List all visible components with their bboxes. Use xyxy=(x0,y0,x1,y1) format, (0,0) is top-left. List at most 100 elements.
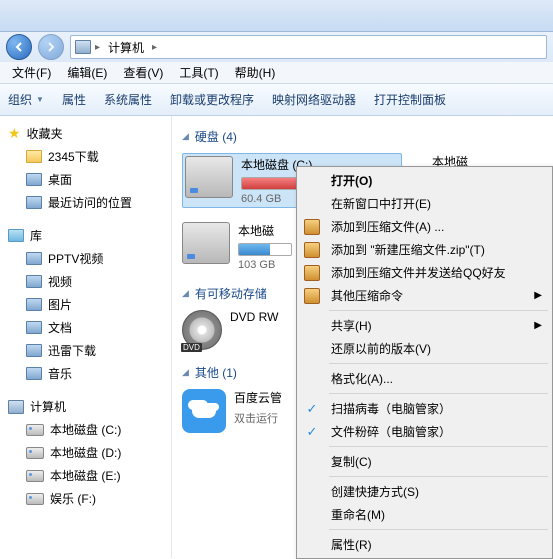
tree-libraries[interactable]: 库 xyxy=(0,224,171,247)
shield-icon: ✓ xyxy=(304,424,320,440)
menu-tools[interactable]: 工具(T) xyxy=(171,62,226,83)
computer-icon xyxy=(8,400,24,414)
video-icon xyxy=(26,275,42,288)
tree-item[interactable]: 视频 xyxy=(0,270,171,293)
triangle-down-icon: ◢ xyxy=(182,288,189,299)
context-menu: 打开(O) 在新窗口中打开(E) 添加到压缩文件(A) ... 添加到 "新建压… xyxy=(296,166,553,559)
drive-label: DVD RW xyxy=(230,310,302,324)
window-titlebar xyxy=(0,0,553,32)
tree-item[interactable]: PPTV视频 xyxy=(0,247,171,270)
ctx-properties[interactable]: 属性(R) xyxy=(299,533,550,556)
tree-item[interactable]: 音乐 xyxy=(0,362,171,385)
arrow-right-icon: ▶ xyxy=(534,320,542,331)
menu-view[interactable]: 查看(V) xyxy=(115,62,171,83)
tree-item[interactable]: 本地磁盘 (E:) xyxy=(0,464,171,487)
arrow-right-icon: ▶ xyxy=(534,290,542,301)
video-icon xyxy=(26,252,42,265)
tree-item[interactable]: 文档 xyxy=(0,316,171,339)
disk-icon xyxy=(26,424,44,436)
drive-dvd[interactable]: DVD RW xyxy=(182,310,302,350)
tree-item[interactable]: 娱乐 (F:) xyxy=(0,487,171,510)
separator xyxy=(329,446,548,447)
drive-d[interactable]: 本地磁 103 GB xyxy=(182,222,292,271)
ctx-add-zip[interactable]: 添加到 "新建压缩文件.zip"(T) xyxy=(299,238,550,261)
tool-controlpanel[interactable]: 打开控制面板 xyxy=(374,91,446,108)
ctx-other-zip[interactable]: 其他压缩命令▶ xyxy=(299,284,550,307)
computer-icon xyxy=(75,40,91,54)
tree-favorites[interactable]: ★收藏夹 xyxy=(0,122,171,145)
dvd-icon xyxy=(182,310,222,350)
library-icon xyxy=(8,229,24,242)
recent-icon xyxy=(26,196,42,209)
address-bar: ▸ 计算机 ▸ xyxy=(0,32,553,62)
separator xyxy=(329,363,548,364)
tool-sysprops[interactable]: 系统属性 xyxy=(104,91,152,108)
tree-item[interactable]: 本地磁盘 (C:) xyxy=(0,418,171,441)
usage-gauge xyxy=(238,243,292,256)
ctx-scan[interactable]: ✓扫描病毒（电脑管家） xyxy=(299,397,550,420)
drive-cloud[interactable]: 百度云管 双击运行 xyxy=(182,389,302,433)
shield-icon: ✓ xyxy=(304,401,320,417)
desktop-icon xyxy=(26,173,42,186)
chevron-down-icon: ▼ xyxy=(36,95,44,104)
menu-file[interactable]: 文件(F) xyxy=(4,62,59,83)
ctx-shortcut[interactable]: 创建快捷方式(S) xyxy=(299,480,550,503)
drive-label: 本地磁 xyxy=(238,222,292,239)
menu-bar: 文件(F) 编辑(E) 查看(V) 工具(T) 帮助(H) xyxy=(0,62,553,84)
triangle-down-icon: ◢ xyxy=(182,367,189,378)
nav-forward-button[interactable] xyxy=(38,34,64,60)
ctx-share[interactable]: 共享(H)▶ xyxy=(299,314,550,337)
document-icon xyxy=(26,321,42,334)
toolbar: 组织 ▼ 属性 系统属性 卸载或更改程序 映射网络驱动器 打开控制面板 xyxy=(0,84,553,116)
ctx-open[interactable]: 打开(O) xyxy=(299,169,550,192)
ctx-rename[interactable]: 重命名(M) xyxy=(299,503,550,526)
triangle-down-icon: ◢ xyxy=(182,131,189,142)
breadcrumb-segment[interactable]: 计算机 xyxy=(104,37,148,58)
ctx-format[interactable]: 格式化(A)... xyxy=(299,367,550,390)
navigation-pane: ★收藏夹 2345下载 桌面 最近访问的位置 库 PPTV视频 视频 图片 文档… xyxy=(0,116,172,558)
menu-help[interactable]: 帮助(H) xyxy=(227,62,284,83)
tool-organize[interactable]: 组织 ▼ xyxy=(8,91,44,108)
tree-item[interactable]: 最近访问的位置 xyxy=(0,191,171,214)
tree-item[interactable]: 本地磁盘 (D:) xyxy=(0,441,171,464)
cloud-icon xyxy=(182,389,226,433)
disk-icon xyxy=(26,447,44,459)
separator xyxy=(329,476,548,477)
ctx-add-archive[interactable]: 添加到压缩文件(A) ... xyxy=(299,215,550,238)
separator xyxy=(329,310,548,311)
tree-item[interactable]: 图片 xyxy=(0,293,171,316)
tool-mapdrive[interactable]: 映射网络驱动器 xyxy=(272,91,356,108)
archive-icon xyxy=(304,288,320,304)
chevron-right-icon: ▸ xyxy=(152,42,157,53)
music-icon xyxy=(26,367,42,380)
ctx-new-window[interactable]: 在新窗口中打开(E) xyxy=(299,192,550,215)
disk-icon xyxy=(26,493,44,505)
folder-icon xyxy=(26,150,42,163)
nav-back-button[interactable] xyxy=(6,34,32,60)
drive-sub: 双击运行 xyxy=(234,410,302,426)
ctx-shred[interactable]: ✓文件粉碎（电脑管家） xyxy=(299,420,550,443)
tree-computer[interactable]: 计算机 xyxy=(0,395,171,418)
download-icon xyxy=(26,344,42,357)
picture-icon xyxy=(26,298,42,311)
tree-item[interactable]: 迅雷下载 xyxy=(0,339,171,362)
tool-properties[interactable]: 属性 xyxy=(62,91,86,108)
drive-label: 百度云管 xyxy=(234,389,302,406)
archive-icon xyxy=(304,265,320,281)
disk-icon xyxy=(26,470,44,482)
ctx-restore[interactable]: 还原以前的版本(V) xyxy=(299,337,550,360)
chevron-right-icon: ▸ xyxy=(95,42,100,53)
ctx-copy[interactable]: 复制(C) xyxy=(299,450,550,473)
address-box[interactable]: ▸ 计算机 ▸ xyxy=(70,35,547,59)
tree-item[interactable]: 桌面 xyxy=(0,168,171,191)
section-hdd[interactable]: ◢硬盘 (4) xyxy=(182,128,543,145)
archive-icon xyxy=(304,219,320,235)
drive-icon xyxy=(185,156,233,198)
drive-icon xyxy=(182,222,230,264)
tree-item[interactable]: 2345下载 xyxy=(0,145,171,168)
menu-edit[interactable]: 编辑(E) xyxy=(59,62,115,83)
tool-uninstall[interactable]: 卸载或更改程序 xyxy=(170,91,254,108)
star-icon: ★ xyxy=(8,125,21,142)
drive-free: 103 GB xyxy=(238,259,292,271)
ctx-zip-qq[interactable]: 添加到压缩文件并发送给QQ好友 xyxy=(299,261,550,284)
